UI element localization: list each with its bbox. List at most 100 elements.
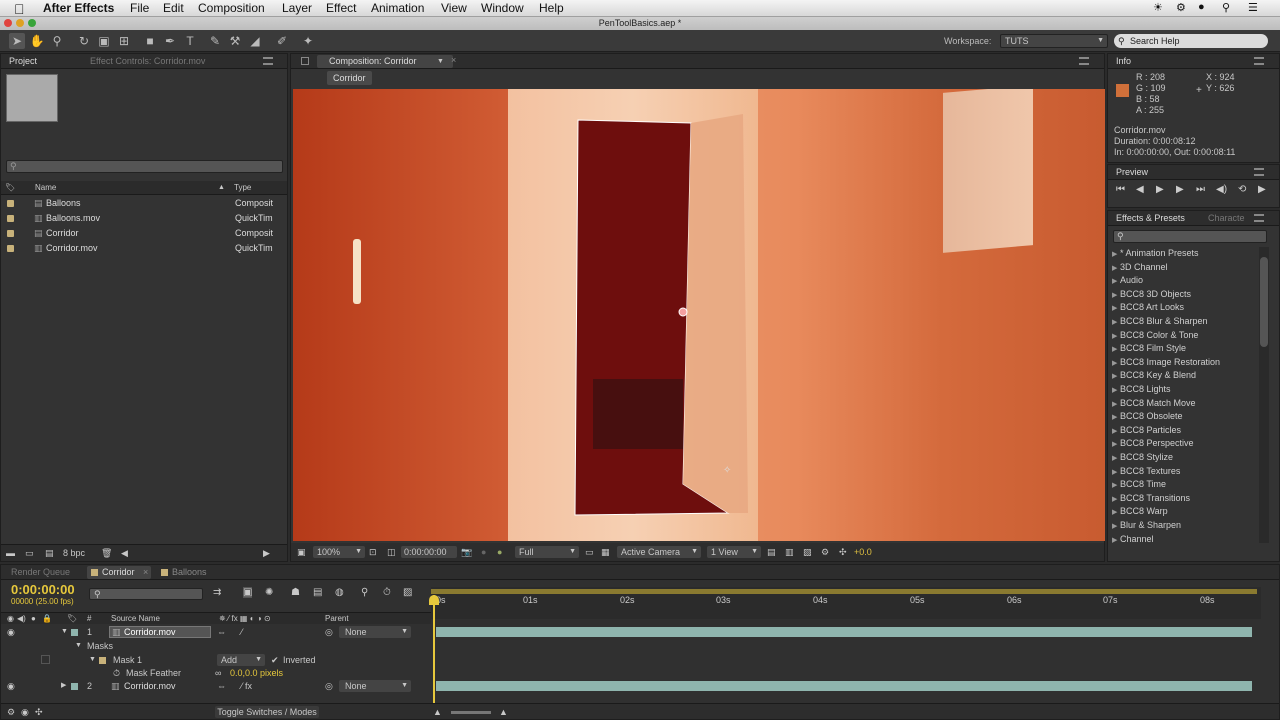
- new-folder-icon[interactable]: ▭: [25, 545, 34, 562]
- effect-category[interactable]: BCC8 Art Looks: [1120, 302, 1184, 312]
- zoom-icon[interactable]: [28, 19, 36, 27]
- last-frame-icon[interactable]: ⏭: [1196, 184, 1205, 195]
- motion-blur-icon[interactable]: ◍: [335, 587, 344, 598]
- mask-overlay[interactable]: ✧: [293, 89, 1105, 541]
- checkbox-checked-icon[interactable]: ✔: [271, 653, 279, 667]
- previous-frame-icon[interactable]: ◀: [1136, 184, 1144, 195]
- toggle-switches-modes-button[interactable]: Toggle Switches / Modes: [215, 706, 319, 718]
- effect-category[interactable]: BCC8 Film Style: [1120, 343, 1186, 353]
- effect-category[interactable]: Blur & Sharpen: [1120, 520, 1181, 530]
- expand-icon[interactable]: ▶: [1112, 250, 1117, 258]
- effect-category[interactable]: BCC8 Color & Tone: [1120, 330, 1198, 340]
- menu-layer[interactable]: Layer: [282, 1, 312, 15]
- work-area-bar[interactable]: [431, 589, 1257, 594]
- expand-icon[interactable]: ▶: [1112, 332, 1117, 340]
- layer-name-box[interactable]: ▥ Corridor.mov: [109, 626, 211, 638]
- effect-category[interactable]: BCC8 Obsolete: [1120, 411, 1183, 421]
- panel-menu-icon[interactable]: [1254, 214, 1264, 222]
- expand-icon[interactable]: ▼: [75, 639, 82, 653]
- layer-row[interactable]: ◉ ▼ 1 ▥ Corridor.mov ⇔ ⁄ ◎ None ▼: [1, 625, 431, 639]
- current-timecode[interactable]: 0:00:00:00: [11, 582, 75, 597]
- panel-menu-icon[interactable]: [1079, 57, 1089, 65]
- region-of-interest-icon[interactable]: ▭: [585, 543, 594, 561]
- minimize-icon[interactable]: [16, 19, 24, 27]
- brightness-icon[interactable]: ☀: [1153, 1, 1163, 14]
- pan-behind-tool-icon[interactable]: ⊞: [116, 33, 132, 49]
- col-source-name[interactable]: Source Name: [111, 613, 160, 625]
- effect-category[interactable]: Channel: [1120, 534, 1154, 544]
- expand-icon[interactable]: ▶: [1112, 386, 1117, 394]
- play-icon[interactable]: ▶: [1156, 184, 1164, 195]
- ram-preview-icon[interactable]: ▶: [1258, 184, 1266, 195]
- expand-icon[interactable]: ▶: [1112, 372, 1117, 380]
- effects-search-input[interactable]: ⚲: [1113, 230, 1267, 243]
- expand-icon[interactable]: ▶: [1112, 495, 1117, 503]
- tab-preview[interactable]: Preview: [1116, 165, 1148, 180]
- tab-project[interactable]: Project: [9, 54, 37, 69]
- effects-scrollbar[interactable]: [1259, 247, 1269, 543]
- exposure-icon[interactable]: ✣: [839, 543, 847, 561]
- exposure-value[interactable]: +0.0: [854, 543, 872, 561]
- eye-icon[interactable]: ◉: [7, 625, 15, 639]
- effect-category[interactable]: BCC8 Stylize: [1120, 452, 1173, 462]
- time-ruler[interactable]: [431, 587, 1261, 619]
- mask-feather-row[interactable]: ⏱ Mask Feather ∞ 0.0,0.0 pixels: [1, 666, 431, 680]
- snapshot-icon[interactable]: 📷: [461, 543, 472, 561]
- effect-category[interactable]: BCC8 Key & Blend: [1120, 370, 1196, 380]
- tab-info[interactable]: Info: [1116, 54, 1131, 69]
- link-icon[interactable]: ∞: [215, 666, 221, 680]
- toggle-pixel-aspect-icon[interactable]: ▤: [767, 543, 776, 561]
- expand-icon[interactable]: ▶: [1112, 536, 1117, 544]
- tab-corridor[interactable]: Corridor ×: [87, 566, 151, 579]
- loop-icon[interactable]: ⟲: [1238, 184, 1246, 195]
- effect-category[interactable]: BCC8 Blur & Sharpen: [1120, 316, 1208, 326]
- list-icon[interactable]: ☰: [1248, 1, 1258, 14]
- list-item[interactable]: ▥ Balloons.mov QuickTim: [1, 211, 287, 226]
- brush-tool-icon[interactable]: ✎: [207, 33, 223, 49]
- effect-category[interactable]: BCC8 Perspective: [1120, 438, 1194, 448]
- mask-row[interactable]: ▼ Mask 1 Add ▼ ✔ Inverted: [1, 653, 431, 667]
- effect-category[interactable]: BCC8 Lights: [1120, 384, 1171, 394]
- menu-window[interactable]: Window: [481, 1, 524, 15]
- selection-tool-icon[interactable]: ➤: [9, 33, 25, 49]
- expand-icon[interactable]: ▶: [1112, 264, 1117, 272]
- current-time-field[interactable]: 0:00:00:00: [401, 546, 457, 558]
- composition-viewer[interactable]: ✧: [293, 89, 1105, 541]
- workspace-select[interactable]: TUTS ▼: [1000, 34, 1108, 48]
- fast-previews-icon[interactable]: ▥: [785, 543, 794, 561]
- expand-icon[interactable]: ▼: [89, 653, 96, 667]
- tab-render-queue[interactable]: Render Queue: [11, 565, 70, 580]
- panel-menu-icon[interactable]: [1254, 168, 1264, 176]
- menu-effect[interactable]: Effect: [326, 1, 356, 15]
- effect-category[interactable]: BCC8 Warp: [1120, 506, 1168, 516]
- layer-switches-icon[interactable]: ⚙: [7, 704, 15, 720]
- clone-tool-icon[interactable]: ⚒: [227, 33, 243, 49]
- expand-icon[interactable]: ▶: [1112, 400, 1117, 408]
- puppet-tool-icon[interactable]: ✦: [300, 33, 316, 49]
- zoom-tool-icon[interactable]: ⚲: [49, 33, 65, 49]
- zoom-select[interactable]: 100% ▼: [313, 546, 365, 558]
- flowchart-icon[interactable]: ⚙: [821, 543, 829, 561]
- spotlight-icon[interactable]: ⚲: [1222, 1, 1230, 14]
- expand-icon[interactable]: ▶: [61, 679, 66, 693]
- panel-menu-icon[interactable]: [263, 57, 273, 65]
- tab-character[interactable]: Characte: [1208, 211, 1245, 226]
- search-help-field[interactable]: ⚲ Search Help: [1114, 34, 1268, 48]
- view-layout-select[interactable]: 1 View ▼: [707, 546, 761, 558]
- menu-file[interactable]: File: [130, 1, 149, 15]
- expand-icon[interactable]: ▶: [1112, 277, 1117, 285]
- eraser-tool-icon[interactable]: ◢: [247, 33, 263, 49]
- expand-icon[interactable]: ▶: [1112, 359, 1117, 367]
- effect-category[interactable]: 3D Channel: [1120, 262, 1168, 272]
- safe-zones-icon[interactable]: ⊡: [369, 543, 377, 561]
- effect-category[interactable]: BCC8 Textures: [1120, 466, 1180, 476]
- mask-name[interactable]: Mask 1: [113, 653, 142, 667]
- parent-select[interactable]: None ▼: [339, 626, 411, 638]
- masks-group-row[interactable]: ▼ Masks: [1, 639, 431, 653]
- tab-effect-controls[interactable]: Effect Controls: Corridor.mov: [90, 54, 205, 69]
- effect-category[interactable]: Audio: [1120, 275, 1143, 285]
- effect-category[interactable]: BCC8 Image Restoration: [1120, 357, 1220, 367]
- sync-icon[interactable]: ⚙: [1176, 1, 1186, 14]
- breadcrumb[interactable]: Corridor: [327, 71, 372, 85]
- menu-help[interactable]: Help: [539, 1, 564, 15]
